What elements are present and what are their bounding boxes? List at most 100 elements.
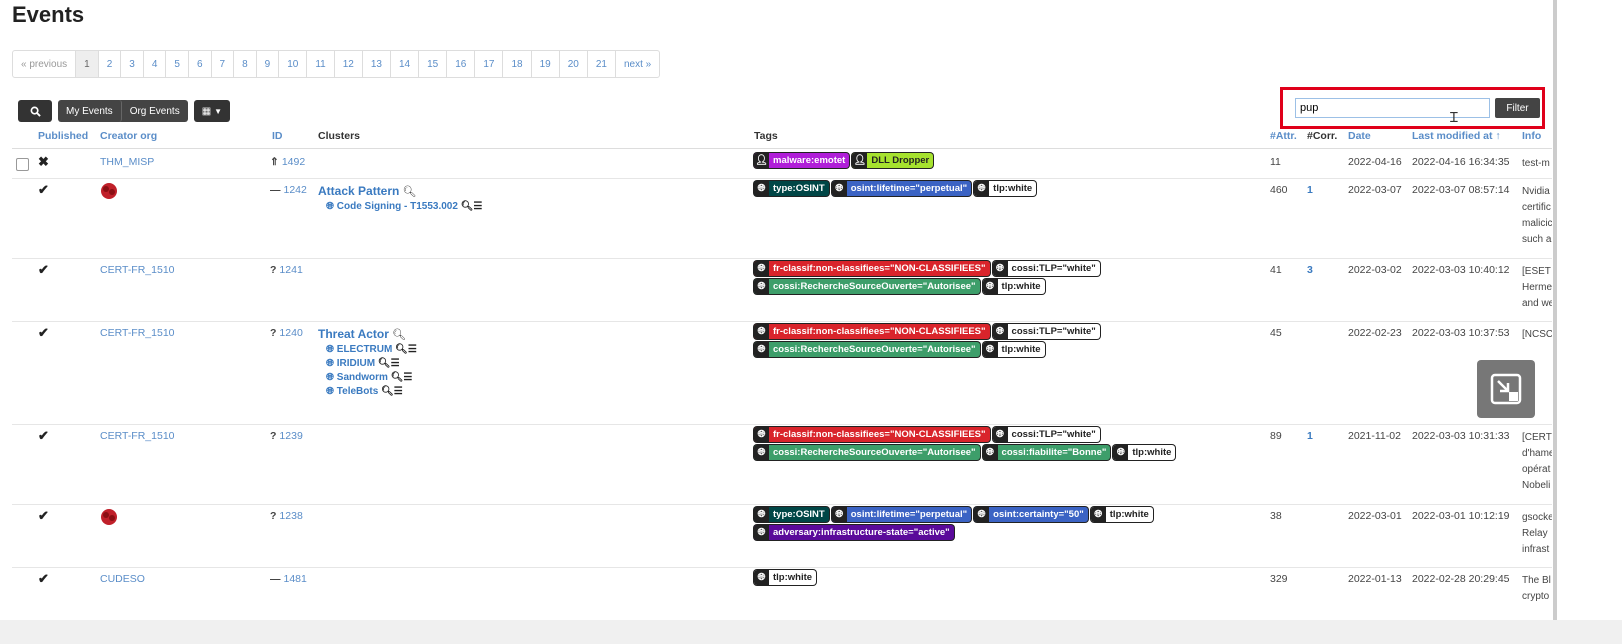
creator-org-link[interactable]: CERT-FR_1510 (100, 327, 175, 339)
tag[interactable]: 🌐︎ cossi:TLP="white" (992, 324, 1100, 339)
pagination-page[interactable]: 11 (307, 51, 335, 77)
creator-org-link[interactable]: CUDESO (100, 573, 145, 585)
pagination-page[interactable]: 2 (99, 51, 122, 77)
creator-org-link[interactable]: THM_MISP (100, 156, 154, 168)
table-row[interactable]: ✔ CERT-FR_1510? 1241 🌐︎ fr-classif:non-class… (12, 258, 1552, 322)
col-last-modified[interactable]: Last modified at ↑ (1412, 130, 1501, 142)
event-id[interactable]: ? 1240 (270, 327, 303, 339)
correlation-count[interactable]: 1 (1307, 430, 1313, 442)
tag[interactable]: 👤︎ DLL Dropper (852, 153, 934, 168)
pagination-page[interactable]: 9 (257, 51, 280, 77)
pagination-page[interactable]: 7 (212, 51, 235, 77)
event-id[interactable]: —1242 (270, 184, 307, 196)
filter-button[interactable]: Filter (1495, 98, 1540, 118)
event-id[interactable]: ? 1239 (270, 430, 303, 442)
search-icon[interactable]: 🔍︎ (402, 186, 416, 198)
tag[interactable]: 🌐︎ tlp:white (974, 181, 1037, 196)
search-toggle-button[interactable] (18, 100, 52, 122)
my-events-button[interactable]: My Events (58, 100, 122, 122)
expand-button[interactable] (1477, 360, 1535, 418)
correlation-count[interactable]: 1 (1307, 184, 1313, 196)
list-icon[interactable]: ☰ (394, 386, 403, 397)
cluster-item[interactable]: Sandworm (337, 372, 388, 383)
pagination-page[interactable]: 16 (447, 51, 476, 77)
tag[interactable]: 🌐︎ cossi:TLP="white" (992, 261, 1100, 276)
search-icon[interactable]: 🔍︎ (461, 201, 474, 212)
tag[interactable]: 🌐︎ tlp:white (1113, 445, 1176, 460)
event-id-link[interactable]: 1492 (282, 156, 305, 168)
event-id[interactable]: ? 1241 (270, 264, 303, 276)
col-creator-org[interactable]: Creator org (100, 130, 157, 142)
tag[interactable]: 🌐︎ type:OSINT (754, 507, 829, 522)
pagination-page[interactable]: 21 (588, 51, 616, 77)
event-id[interactable]: ? 1238 (270, 510, 303, 522)
event-id-link[interactable]: 1238 (279, 510, 302, 522)
event-id[interactable]: —1481 (270, 573, 307, 585)
col-published[interactable]: Published (38, 130, 88, 142)
scrollbar[interactable] (1553, 0, 1557, 644)
cluster-title[interactable]: Attack Pattern (318, 184, 399, 198)
tag[interactable]: 🌐︎ type:OSINT (754, 181, 829, 196)
tag[interactable]: 🌐︎ cossi:RechercheSourceOuverte="Autorise… (754, 279, 980, 294)
tag[interactable]: 🌐︎ fr-classif:non-classifiees="NON-CLASSI… (754, 324, 990, 339)
pagination-previous[interactable]: « previous (13, 51, 77, 77)
tag[interactable]: 🌐︎ fr-classif:non-classifiees="NON-CLASSI… (754, 261, 990, 276)
pagination-page[interactable]: 20 (560, 51, 588, 77)
event-id-link[interactable]: 1240 (279, 327, 302, 339)
pagination-page[interactable]: 17 (475, 51, 504, 77)
pagination-page[interactable]: 10 (279, 51, 308, 77)
filter-input[interactable] (1295, 98, 1490, 118)
table-row[interactable]: ✔ CUDESO —1481 🌐︎ tlp:white 329 2022-01-13 2022… (12, 567, 1552, 621)
search-icon[interactable]: 🔍︎ (395, 344, 408, 355)
cluster-item[interactable]: TeleBots (337, 386, 379, 397)
tag[interactable]: 🌐︎ tlp:white (1090, 507, 1153, 522)
pagination-page[interactable]: 3 (121, 51, 144, 77)
tag[interactable]: 🌐︎ cossi:TLP="white" (992, 427, 1100, 442)
col-attr[interactable]: #Attr. (1270, 130, 1297, 142)
tag[interactable]: 🌐︎ cossi:RechercheSourceOuverte="Autorise… (754, 342, 980, 357)
creator-org-link[interactable]: CERT-FR_1510 (100, 264, 175, 276)
row-checkbox[interactable] (16, 158, 29, 171)
columns-dropdown-button[interactable]: ▦ ▼ (193, 100, 231, 122)
pagination-page[interactable]: 4 (144, 51, 167, 77)
event-id-link[interactable]: 1481 (284, 573, 307, 585)
pagination-page[interactable]: 14 (391, 51, 420, 77)
event-id-link[interactable]: 1239 (279, 430, 302, 442)
cluster-title[interactable]: Threat Actor (318, 327, 389, 341)
creator-org-link[interactable]: CERT-FR_1510 (100, 430, 175, 442)
tag[interactable]: 🌐︎ osint:lifetime="perpetual" (831, 507, 972, 522)
tag[interactable]: 🌐︎ cossi:RechercheSourceOuverte="Autorise… (754, 445, 980, 460)
search-icon[interactable]: 🔍︎ (392, 329, 406, 341)
cluster-item[interactable]: Code Signing - T1553.002 (337, 201, 458, 212)
pagination-page[interactable]: 1 (76, 51, 99, 77)
tag[interactable]: 🌐︎ adversary:infrastructure-state="active… (754, 525, 954, 540)
col-date[interactable]: Date (1348, 130, 1371, 142)
tag[interactable]: 🌐︎ fr-classif:non-classifiees="NON-CLASSI… (754, 427, 990, 442)
org-events-button[interactable]: Org Events (122, 100, 188, 122)
table-row[interactable]: ✖ THM_MISP ⇑ 1492 👤︎ malware:emotet 👤︎ DLL Drop… (12, 150, 1552, 179)
list-icon[interactable]: ☰ (408, 344, 417, 355)
cluster-item[interactable]: IRIDIUM (337, 358, 375, 369)
tag[interactable]: 🌐︎ tlp:white (982, 342, 1045, 357)
correlation-count[interactable]: 3 (1307, 264, 1313, 276)
col-info[interactable]: Info (1522, 130, 1541, 142)
search-icon[interactable]: 🔍︎ (378, 358, 391, 369)
event-id[interactable]: ⇑ 1492 (270, 156, 305, 168)
list-icon[interactable]: ☰ (391, 358, 400, 369)
pagination-next[interactable]: next » (616, 51, 659, 77)
tag[interactable]: 🌐︎ tlp:white (982, 279, 1045, 294)
pagination-page[interactable]: 13 (363, 51, 391, 77)
tag[interactable]: 👤︎ malware:emotet (754, 153, 850, 168)
search-icon[interactable]: 🔍︎ (391, 372, 404, 383)
tag[interactable]: 🌐︎ osint:lifetime="perpetual" (831, 181, 972, 196)
tag[interactable]: 🌐︎ cossi:fiabilite="Bonne" (982, 445, 1111, 460)
pagination-page[interactable]: 18 (503, 51, 532, 77)
tag[interactable]: 🌐︎ osint:certainty="50" (974, 507, 1088, 522)
pagination-page[interactable]: 19 (532, 51, 560, 77)
search-icon[interactable]: 🔍︎ (381, 386, 394, 397)
pagination-page[interactable]: 12 (335, 51, 363, 77)
pagination-page[interactable]: 6 (189, 51, 212, 77)
table-row[interactable]: ✔ CERT-FR_1510? 1240 Threat Actor 🔍︎ 🌐︎ ELEC… (12, 321, 1552, 425)
event-id-link[interactable]: 1241 (279, 264, 302, 276)
cluster-item[interactable]: ELECTRUM (337, 344, 393, 355)
